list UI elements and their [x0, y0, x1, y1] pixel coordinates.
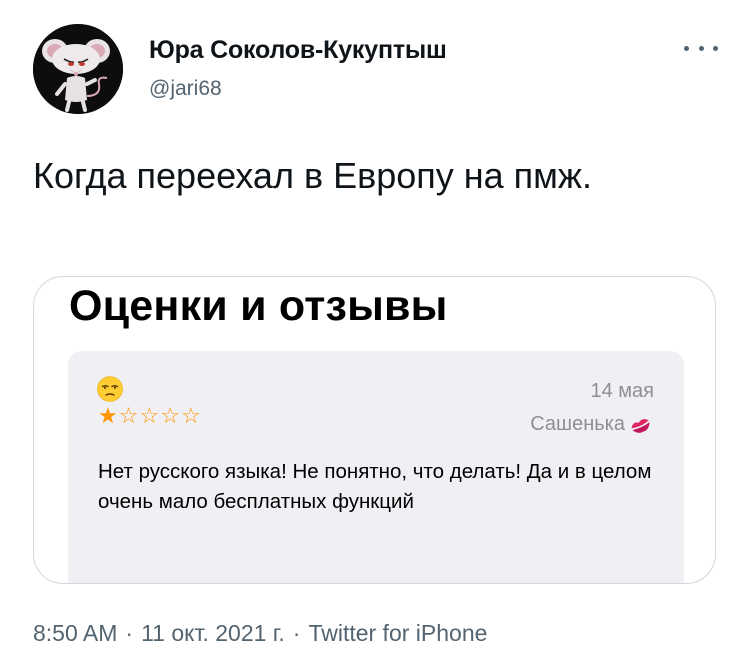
star-empty-icon: ☆: [139, 404, 160, 429]
avatar[interactable]: [33, 24, 123, 114]
review-date: 14 мая: [590, 380, 654, 402]
tweet-date-day[interactable]: 11: [141, 620, 165, 647]
more-horizontal-icon-dot: [713, 45, 718, 51]
more-options-button[interactable]: [684, 38, 718, 58]
review-card: 14 мая ★ ☆ ☆ ☆ ☆ Сашенька Нет русского я…: [68, 351, 684, 583]
star-empty-icon: ☆: [180, 404, 201, 429]
more-horizontal-icon-dot: [698, 45, 704, 51]
reviewer-name: Сашенька: [530, 413, 625, 435]
tweet-time[interactable]: 8:50 AM: [33, 620, 117, 647]
star-empty-icon: ☆: [160, 404, 180, 429]
cartoon-mouse-avatar-icon: [33, 24, 123, 114]
more-horizontal-icon: [684, 45, 689, 51]
meta-separator: ·: [292, 620, 301, 646]
tweet-text: Когда переехал в Европу на пмж.: [33, 155, 592, 196]
unamused-face-emoji-icon: [97, 376, 123, 402]
kiss-mark-emoji-icon: [631, 418, 650, 433]
star-empty-icon: ☆: [118, 404, 139, 429]
tweet-media-image[interactable]: Оценки и отзывы 14 мая ★ ☆ ☆ ☆ ☆ Сашеньк…: [33, 276, 716, 584]
meta-separator: ·: [125, 620, 134, 646]
reviewer: Сашенька: [530, 413, 654, 436]
star-rating: ★ ☆ ☆ ☆ ☆: [98, 406, 201, 428]
review-text: Нет русского языка! Не понятно, что дела…: [98, 460, 652, 513]
tweet-date-month[interactable]: окт.: [171, 620, 209, 647]
media-title: Оценки и отзывы: [69, 282, 448, 330]
tweet-date-year[interactable]: 2021 г.: [215, 620, 285, 647]
author-display-name[interactable]: Юра Соколов-Кукуптыш: [149, 36, 447, 65]
tweet-source-link[interactable]: Twitter for iPhone: [308, 620, 487, 647]
tweet-meta: 8:50 AM · 11 окт. 2021 г. · Twitter for …: [33, 620, 487, 647]
star-filled-icon: ★: [98, 404, 118, 429]
author-handle[interactable]: @jari68: [149, 77, 222, 101]
